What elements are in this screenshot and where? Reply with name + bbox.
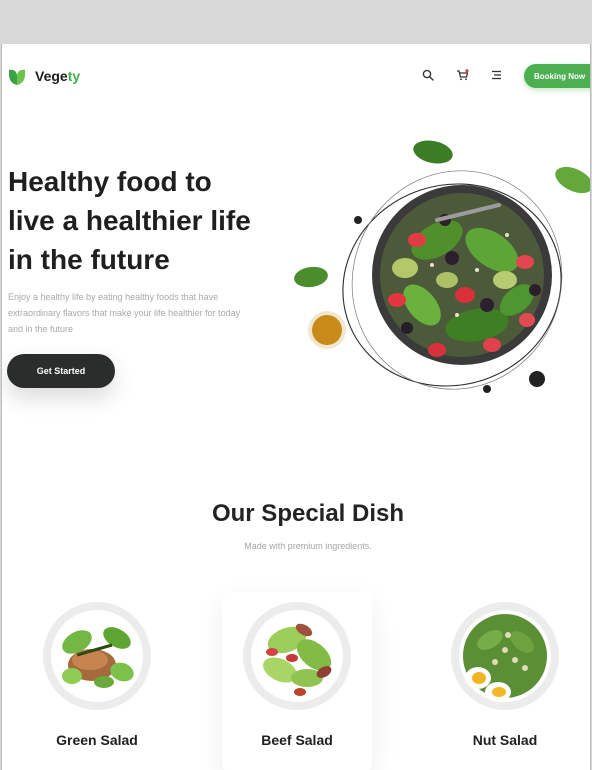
brand-logo[interactable]: Vegety	[7, 66, 80, 86]
hero-title: Healthy food to live a healthier life in…	[8, 162, 308, 279]
brand-name: Vegety	[35, 68, 80, 84]
search-icon[interactable]	[420, 67, 436, 83]
landing-page: Vegety Booking Now Healthy food to live …	[1, 44, 591, 770]
nav-icons	[420, 67, 504, 83]
brand-name-accent: ty	[67, 68, 81, 84]
hero-title-line-3: in the future	[8, 244, 170, 275]
nut-salad-image	[451, 602, 559, 710]
dish-name: Green Salad	[56, 732, 138, 748]
special-dish-title: Our Special Dish	[211, 500, 405, 527]
dish-name: Beef Salad	[261, 732, 333, 748]
dish-name: Nut Salad	[472, 732, 538, 748]
browser-top-bar	[0, 0, 592, 44]
hero-title-line-2: live a healthier life	[8, 205, 251, 236]
beef-salad-image	[243, 602, 351, 710]
brand-name-main: Vege	[35, 68, 68, 84]
hero-title-line-1: Healthy food to	[8, 166, 212, 197]
green-salad-image	[43, 602, 151, 710]
special-dish-subtitle: Made with premium ingredients.	[244, 541, 372, 551]
get-started-button[interactable]: Get Started	[7, 354, 115, 388]
cart-icon[interactable]	[454, 67, 470, 83]
leaf-logo-icon	[9, 69, 25, 85]
menu-icon[interactable]	[488, 67, 504, 83]
hero-description: Enjoy a healthy life by eating healthy f…	[8, 292, 241, 334]
hero-salad-bowl-image	[294, 140, 590, 393]
booking-now-button[interactable]: Booking Now	[524, 64, 590, 88]
